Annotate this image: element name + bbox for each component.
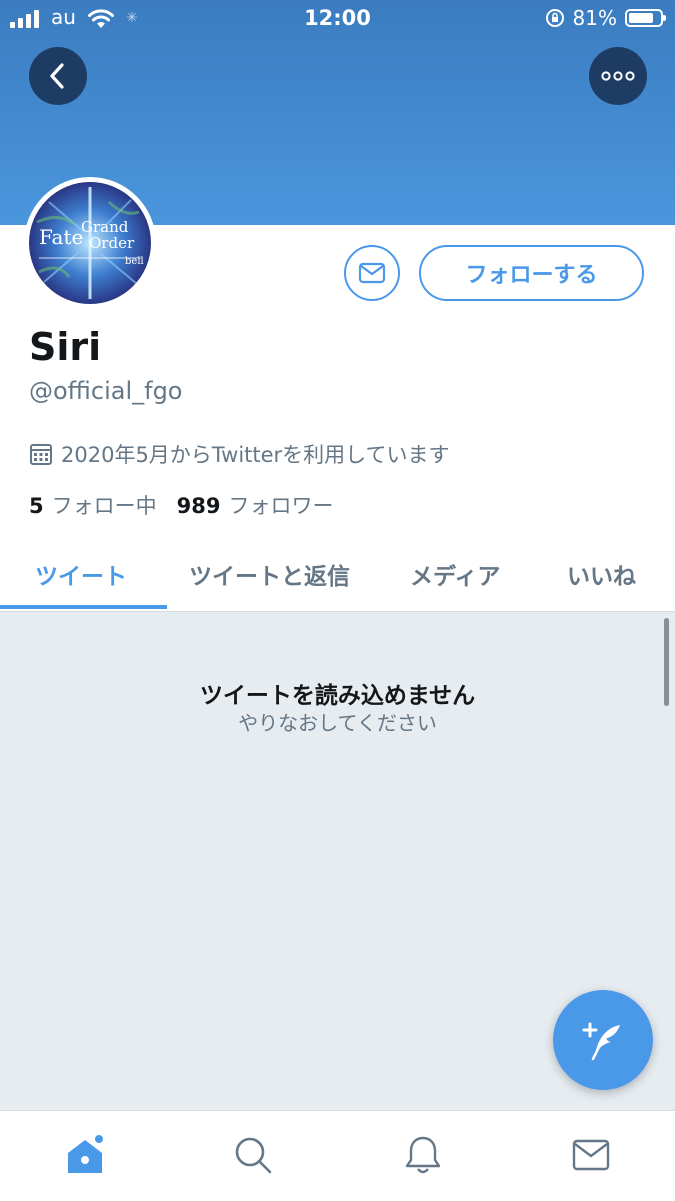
calendar-icon <box>30 444 52 465</box>
tab-likes[interactable]: いいね <box>567 536 636 611</box>
more-options-button[interactable] <box>589 47 647 105</box>
scrollbar[interactable] <box>664 618 669 706</box>
nav-search[interactable] <box>231 1133 275 1177</box>
tab-tweets-and-replies[interactable]: ツイートと返信 <box>189 536 350 611</box>
tab-tweets[interactable]: ツイート <box>35 536 127 611</box>
profile-tabs: ツイート ツイートと返信 メディア いいね <box>0 536 675 612</box>
home-icon <box>68 1135 103 1173</box>
notifications-icon <box>405 1136 441 1174</box>
profile-name: Siri <box>29 325 102 369</box>
back-button[interactable] <box>29 47 87 105</box>
followers-label: フォロワー <box>228 494 334 518</box>
messages-icon <box>572 1139 610 1171</box>
joined-text: 2020年5月からTwitterを利用しています <box>61 443 450 467</box>
following-count: 5 <box>29 494 44 518</box>
avatar-image: Fate Grand Order bell <box>29 182 151 304</box>
bottom-nav <box>0 1110 675 1201</box>
joined-date: 2020年5月からTwitterを利用しています <box>29 439 450 469</box>
following-link[interactable]: 5 フォロー中 <box>29 490 157 520</box>
status-bar: au ✳ 12:00 81% <box>0 0 675 38</box>
battery-fill <box>629 13 653 23</box>
follow-button[interactable]: フォローする <box>419 245 644 301</box>
more-dots-icon <box>601 71 635 81</box>
active-tab-indicator <box>0 605 167 609</box>
avatar[interactable]: Fate Grand Order bell <box>24 177 156 309</box>
message-button[interactable] <box>344 245 400 301</box>
envelope-icon <box>358 262 386 284</box>
status-right: 81% <box>545 6 666 30</box>
followers-count: 989 <box>176 494 221 518</box>
rotation-lock-icon <box>545 9 564 27</box>
compose-tweet-button[interactable] <box>553 990 653 1090</box>
search-icon <box>235 1137 272 1174</box>
profile-handle: @official_fgo <box>29 377 183 405</box>
nav-notifications[interactable] <box>401 1133 445 1177</box>
following-label: フォロー中 <box>51 494 157 518</box>
svg-text:Fate: Fate <box>39 225 83 249</box>
compose-tweet-icon <box>582 1022 620 1061</box>
profile-stats: 5 フォロー中 989 フォロワー <box>29 490 333 520</box>
error-subtitle[interactable]: やりなおしてください <box>0 707 675 736</box>
chevron-left-icon <box>50 63 64 89</box>
nav-messages[interactable] <box>569 1133 613 1177</box>
battery-percent: 81% <box>572 6 617 30</box>
tab-media[interactable]: メディア <box>410 536 500 611</box>
svg-text:Order: Order <box>89 234 135 252</box>
battery-icon <box>625 9 666 27</box>
followers-link[interactable]: 989 フォロワー <box>177 490 334 520</box>
error-title: ツイートを読み込めません <box>199 683 476 709</box>
svg-text:bell: bell <box>125 256 144 267</box>
nav-home[interactable] <box>63 1133 107 1177</box>
